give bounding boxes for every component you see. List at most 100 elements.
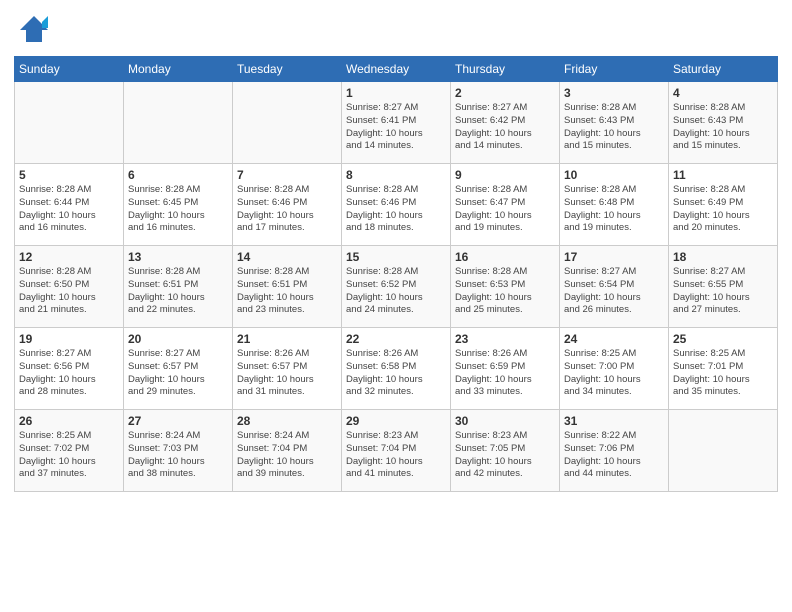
day-number: 4 [673,86,773,100]
calendar-week-3: 12 Sunrise: 8:28 AM Sunset: 6:50 PM Dayli… [15,246,778,328]
calendar-cell [124,82,233,164]
header-day-sunday: Sunday [15,57,124,82]
calendar-cell: 12 Sunrise: 8:28 AM Sunset: 6:50 PM Dayli… [15,246,124,328]
day-info: Sunrise: 8:24 AM Sunset: 7:04 PM Dayligh… [237,430,337,481]
day-info: Sunrise: 8:27 AM Sunset: 6:57 PM Dayligh… [128,348,228,399]
logo [14,10,56,48]
calendar-cell: 25 Sunrise: 8:25 AM Sunset: 7:01 PM Dayli… [669,328,778,410]
header-day-saturday: Saturday [669,57,778,82]
day-number: 9 [455,168,555,182]
day-info: Sunrise: 8:28 AM Sunset: 6:44 PM Dayligh… [19,184,119,235]
calendar-week-1: 1Sunrise: 8:27 AM Sunset: 6:41 PM Daylig… [15,82,778,164]
calendar-cell: 4 Sunrise: 8:28 AM Sunset: 6:43 PM Daylig… [669,82,778,164]
day-number: 20 [128,332,228,346]
calendar-cell: 17 Sunrise: 8:27 AM Sunset: 6:54 PM Dayli… [560,246,669,328]
day-info: Sunrise: 8:28 AM Sunset: 6:45 PM Dayligh… [128,184,228,235]
day-info: Sunrise: 8:27 AM Sunset: 6:54 PM Dayligh… [564,266,664,317]
day-number: 1 [346,86,446,100]
calendar-cell: 19 Sunrise: 8:27 AM Sunset: 6:56 PM Dayli… [15,328,124,410]
day-info: Sunrise: 8:28 AM Sunset: 6:46 PM Dayligh… [237,184,337,235]
calendar-cell: 29Sunrise: 8:23 AM Sunset: 7:04 PM Dayli… [342,410,451,492]
calendar-cell [15,82,124,164]
day-number: 17 [564,250,664,264]
calendar-cell: 27 Sunrise: 8:24 AM Sunset: 7:03 PM Dayli… [124,410,233,492]
day-info: Sunrise: 8:26 AM Sunset: 6:59 PM Dayligh… [455,348,555,399]
day-info: Sunrise: 8:22 AM Sunset: 7:06 PM Dayligh… [564,430,664,481]
day-info: Sunrise: 8:26 AM Sunset: 6:58 PM Dayligh… [346,348,446,399]
calendar-cell: 1Sunrise: 8:27 AM Sunset: 6:41 PM Daylig… [342,82,451,164]
day-info: Sunrise: 8:27 AM Sunset: 6:56 PM Dayligh… [19,348,119,399]
day-info: Sunrise: 8:28 AM Sunset: 6:47 PM Dayligh… [455,184,555,235]
calendar-cell: 6 Sunrise: 8:28 AM Sunset: 6:45 PM Daylig… [124,164,233,246]
calendar-cell: 3 Sunrise: 8:28 AM Sunset: 6:43 PM Daylig… [560,82,669,164]
day-info: Sunrise: 8:28 AM Sunset: 6:52 PM Dayligh… [346,266,446,317]
calendar-week-2: 5 Sunrise: 8:28 AM Sunset: 6:44 PM Daylig… [15,164,778,246]
day-number: 11 [673,168,773,182]
calendar-cell: 21Sunrise: 8:26 AM Sunset: 6:57 PM Dayli… [233,328,342,410]
day-number: 3 [564,86,664,100]
calendar-cell: 9 Sunrise: 8:28 AM Sunset: 6:47 PM Daylig… [451,164,560,246]
day-number: 24 [564,332,664,346]
header-day-wednesday: Wednesday [342,57,451,82]
calendar-cell: 5 Sunrise: 8:28 AM Sunset: 6:44 PM Daylig… [15,164,124,246]
day-number: 23 [455,332,555,346]
calendar-cell [233,82,342,164]
day-number: 2 [455,86,555,100]
header-day-monday: Monday [124,57,233,82]
day-info: Sunrise: 8:28 AM Sunset: 6:43 PM Dayligh… [673,102,773,153]
day-number: 28 [237,414,337,428]
day-number: 13 [128,250,228,264]
calendar-cell: 20 Sunrise: 8:27 AM Sunset: 6:57 PM Dayli… [124,328,233,410]
day-number: 19 [19,332,119,346]
day-info: Sunrise: 8:28 AM Sunset: 6:46 PM Dayligh… [346,184,446,235]
calendar-cell: 30Sunrise: 8:23 AM Sunset: 7:05 PM Dayli… [451,410,560,492]
logo-icon [14,10,52,48]
calendar-cell: 22Sunrise: 8:26 AM Sunset: 6:58 PM Dayli… [342,328,451,410]
day-info: Sunrise: 8:28 AM Sunset: 6:51 PM Dayligh… [237,266,337,317]
day-number: 25 [673,332,773,346]
day-info: Sunrise: 8:28 AM Sunset: 6:51 PM Dayligh… [128,266,228,317]
calendar-table: SundayMondayTuesdayWednesdayThursdayFrid… [14,56,778,492]
day-number: 8 [346,168,446,182]
day-info: Sunrise: 8:28 AM Sunset: 6:49 PM Dayligh… [673,184,773,235]
calendar-cell: 18 Sunrise: 8:27 AM Sunset: 6:55 PM Dayli… [669,246,778,328]
day-info: Sunrise: 8:25 AM Sunset: 7:00 PM Dayligh… [564,348,664,399]
day-info: Sunrise: 8:27 AM Sunset: 6:42 PM Dayligh… [455,102,555,153]
header-day-friday: Friday [560,57,669,82]
day-info: Sunrise: 8:25 AM Sunset: 7:01 PM Dayligh… [673,348,773,399]
calendar-cell: 13 Sunrise: 8:28 AM Sunset: 6:51 PM Dayli… [124,246,233,328]
calendar-cell [669,410,778,492]
day-number: 30 [455,414,555,428]
day-info: Sunrise: 8:28 AM Sunset: 6:43 PM Dayligh… [564,102,664,153]
header-row: SundayMondayTuesdayWednesdayThursdayFrid… [15,57,778,82]
calendar-week-4: 19 Sunrise: 8:27 AM Sunset: 6:56 PM Dayli… [15,328,778,410]
day-number: 14 [237,250,337,264]
day-number: 5 [19,168,119,182]
day-number: 31 [564,414,664,428]
calendar-cell: 8 Sunrise: 8:28 AM Sunset: 6:46 PM Daylig… [342,164,451,246]
day-info: Sunrise: 8:25 AM Sunset: 7:02 PM Dayligh… [19,430,119,481]
header-day-tuesday: Tuesday [233,57,342,82]
calendar-cell: 16Sunrise: 8:28 AM Sunset: 6:53 PM Dayli… [451,246,560,328]
calendar-cell: 31 Sunrise: 8:22 AM Sunset: 7:06 PM Dayli… [560,410,669,492]
calendar-header: SundayMondayTuesdayWednesdayThursdayFrid… [15,57,778,82]
day-info: Sunrise: 8:28 AM Sunset: 6:50 PM Dayligh… [19,266,119,317]
day-info: Sunrise: 8:24 AM Sunset: 7:03 PM Dayligh… [128,430,228,481]
calendar-body: 1Sunrise: 8:27 AM Sunset: 6:41 PM Daylig… [15,82,778,492]
day-number: 7 [237,168,337,182]
day-number: 26 [19,414,119,428]
day-number: 6 [128,168,228,182]
page-header [14,10,778,48]
day-number: 27 [128,414,228,428]
calendar-cell: 10 Sunrise: 8:28 AM Sunset: 6:48 PM Dayli… [560,164,669,246]
day-number: 16 [455,250,555,264]
day-number: 10 [564,168,664,182]
header-day-thursday: Thursday [451,57,560,82]
day-number: 18 [673,250,773,264]
day-number: 15 [346,250,446,264]
day-info: Sunrise: 8:27 AM Sunset: 6:55 PM Dayligh… [673,266,773,317]
calendar-cell: 2 Sunrise: 8:27 AM Sunset: 6:42 PM Daylig… [451,82,560,164]
day-info: Sunrise: 8:28 AM Sunset: 6:48 PM Dayligh… [564,184,664,235]
day-number: 12 [19,250,119,264]
calendar-cell: 26 Sunrise: 8:25 AM Sunset: 7:02 PM Dayli… [15,410,124,492]
